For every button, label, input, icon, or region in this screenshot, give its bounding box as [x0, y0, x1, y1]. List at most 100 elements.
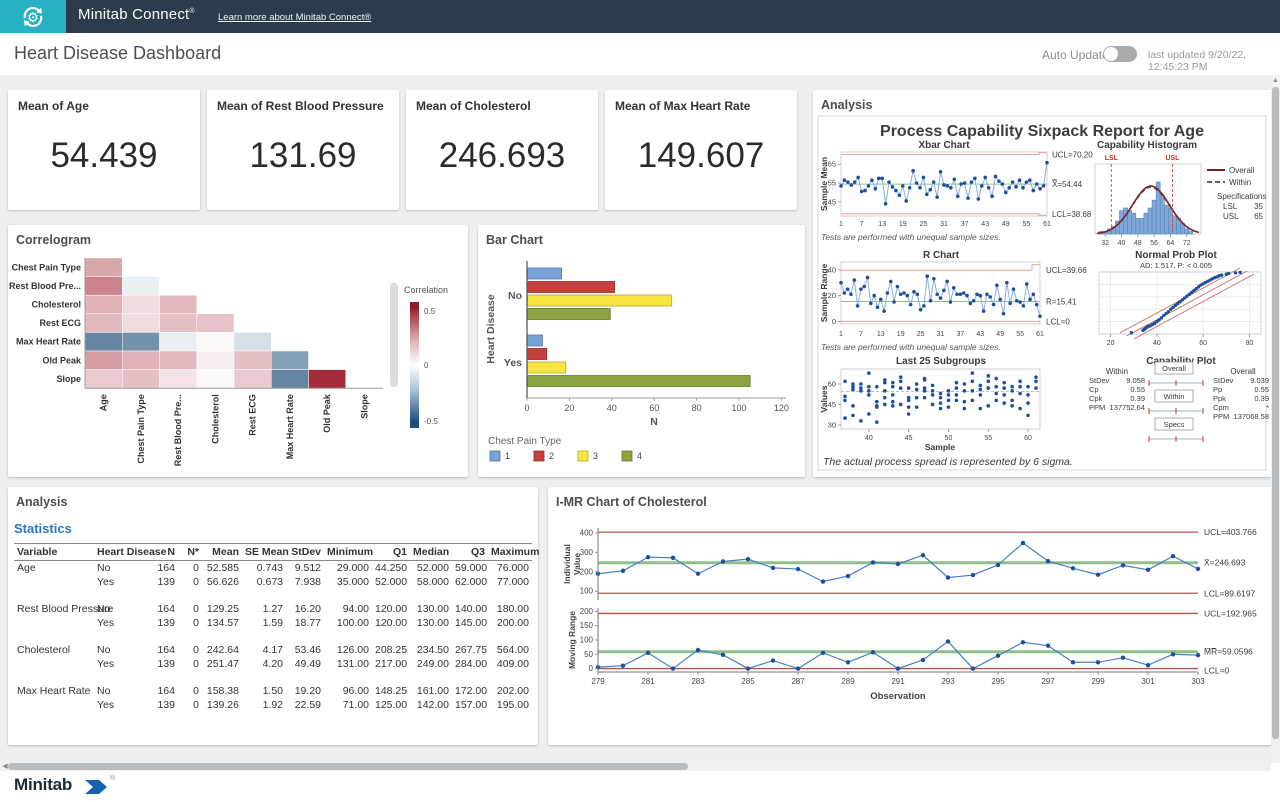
- svg-text:Tests are performed with unequ: Tests are performed with unequal sample …: [821, 342, 1001, 352]
- imr-chart-panel: I-MR Chart of Cholesterol 400300200100UC…: [548, 487, 1271, 745]
- svg-text:25: 25: [917, 331, 925, 338]
- svg-text:Cpm: Cpm: [1213, 403, 1229, 412]
- svg-text:137068.58: 137068.58: [1234, 412, 1269, 421]
- table-cell: 140.00: [452, 602, 488, 616]
- table-cell: 195.00: [488, 698, 532, 712]
- svg-text:LCL=0: LCL=0: [1046, 317, 1070, 326]
- svg-text:301: 301: [1141, 677, 1155, 686]
- table-cell: 564.00: [488, 643, 532, 657]
- svg-text:200: 200: [580, 607, 594, 616]
- svg-text:31: 31: [940, 221, 948, 228]
- svg-text:0.55: 0.55: [1130, 385, 1145, 394]
- svg-text:Yes: Yes: [504, 357, 522, 369]
- table-cell: 125.00: [372, 698, 410, 712]
- spacer-row: [14, 589, 532, 602]
- svg-text:Process Capability Sixpack Rep: Process Capability Sixpack Report for Ag…: [880, 123, 1204, 140]
- vertical-scrollbar: ▲: [1271, 75, 1280, 763]
- svg-text:Tests are performed with unequ: Tests are performed with unequal sample …: [821, 232, 1001, 242]
- table-row: Yes1390134.571.5918.77100.00120.00130.00…: [14, 616, 532, 630]
- table-cell: 0: [178, 616, 202, 630]
- svg-text:Sample: Sample: [925, 442, 956, 452]
- table-header-row: VariableHeart DiseaseNN*MeanSE MeanStDev…: [14, 544, 532, 561]
- table-cell: 62.000: [452, 575, 488, 589]
- panel-title: Analysis: [16, 495, 67, 509]
- table-cell: [14, 698, 94, 712]
- table-cell: 249.00: [410, 657, 452, 671]
- auto-update-toggle[interactable]: [1103, 46, 1137, 62]
- svg-text:48: 48: [1134, 240, 1142, 247]
- svg-text:Rest Blood Pre...: Rest Blood Pre...: [173, 394, 183, 466]
- table-cell: 35.000: [324, 575, 372, 589]
- svg-text:289: 289: [841, 677, 855, 686]
- registered-mark: ®: [189, 8, 194, 15]
- table-cell: 208.25: [372, 643, 410, 657]
- table-cell: 77.000: [488, 575, 532, 589]
- kpi-value: 149.607: [605, 136, 797, 176]
- svg-text:UCL=70.20: UCL=70.20: [1052, 150, 1093, 159]
- table-cell: No: [94, 602, 152, 616]
- table-cell: 0: [178, 602, 202, 616]
- svg-text:Chest Pain Type: Chest Pain Type: [12, 262, 81, 272]
- table-cell: 0.673: [242, 575, 286, 589]
- svg-text:PPM: PPM: [1213, 412, 1229, 421]
- brand-name: Minitab Connect®: [78, 6, 195, 23]
- svg-text:Specifications: Specifications: [1217, 192, 1266, 201]
- table-row: Rest Blood PressureNo1640129.251.2716.20…: [14, 602, 532, 616]
- spacer-row: [14, 671, 532, 684]
- table-cell: 145.00: [452, 616, 488, 630]
- svg-text:40: 40: [1118, 240, 1126, 247]
- table-cell: 217.00: [372, 657, 410, 671]
- table-cell: 7.938: [286, 575, 324, 589]
- svg-text:32: 32: [1101, 240, 1109, 247]
- sixpack-figure: Process Capability Sixpack Report for Ag…: [813, 90, 1271, 477]
- column-header: N*: [178, 544, 202, 561]
- table-cell: 1.50: [242, 684, 286, 698]
- table-cell: 16.20: [286, 602, 324, 616]
- learn-more-link[interactable]: Learn more about Minitab Connect®: [218, 12, 371, 23]
- svg-text:Value: Value: [572, 553, 582, 575]
- table-cell: 1.92: [242, 698, 286, 712]
- bar-chart-figure: 020406080100120NoYesNHeart DiseaseChest …: [478, 225, 805, 477]
- svg-text:20: 20: [1107, 340, 1115, 347]
- table-cell: 0: [178, 684, 202, 698]
- table-cell: 130.00: [410, 616, 452, 630]
- table-cell: 52.000: [410, 561, 452, 576]
- table-cell: 139: [152, 575, 178, 589]
- table-row: Max Heart RateNo1640158.381.5019.2096.00…: [14, 684, 532, 698]
- table-cell: 1.59: [242, 616, 286, 630]
- minitab-connect-logo[interactable]: ⚙: [0, 0, 66, 33]
- svg-text:Overall: Overall: [1230, 367, 1256, 376]
- table-cell: 0.743: [242, 561, 286, 576]
- svg-text:Sample Mean: Sample Mean: [819, 157, 829, 211]
- imr-chart-figure: 400300200100UCL=403.766X̄=246.693LCL=89.…: [548, 487, 1271, 745]
- column-header: Variable: [14, 544, 94, 561]
- vertical-scroll-thumb[interactable]: [1272, 87, 1279, 739]
- table-cell: 202.00: [488, 684, 532, 698]
- svg-text:40: 40: [865, 435, 873, 442]
- sixpack-analysis-panel: Analysis Process Capability Sixpack Repo…: [813, 90, 1271, 477]
- svg-text:Overall: Overall: [1229, 166, 1255, 175]
- scroll-up-icon[interactable]: ▲: [1271, 75, 1280, 86]
- horizontal-scroll-thumb[interactable]: [8, 763, 688, 770]
- table-cell: 49.49: [286, 657, 324, 671]
- svg-text:Chest Pain Type: Chest Pain Type: [136, 394, 146, 463]
- svg-text:Sample Range: Sample Range: [819, 263, 829, 322]
- svg-text:19: 19: [897, 331, 905, 338]
- table-cell: [14, 575, 94, 589]
- kpi-value: 54.439: [8, 136, 200, 176]
- svg-text:M̅R̅=59.0596: M̅R̅=59.0596: [1204, 647, 1253, 657]
- table-cell: 148.25: [372, 684, 410, 698]
- table-cell: 139.26: [202, 698, 242, 712]
- column-header: Q3: [452, 544, 488, 561]
- table-cell: 180.00: [488, 602, 532, 616]
- table-cell: 19.20: [286, 684, 324, 698]
- svg-text:2: 2: [549, 451, 554, 461]
- svg-text:LCL=38.68: LCL=38.68: [1052, 210, 1092, 219]
- statistics-table: VariableHeart DiseaseNN*MeanSE MeanStDev…: [14, 543, 534, 712]
- table-cell: 172.00: [452, 684, 488, 698]
- table-cell: 4.20: [242, 657, 286, 671]
- svg-text:55: 55: [1023, 221, 1031, 228]
- svg-text:3: 3: [593, 451, 598, 461]
- table-cell: 251.47: [202, 657, 242, 671]
- table-cell: Yes: [94, 698, 152, 712]
